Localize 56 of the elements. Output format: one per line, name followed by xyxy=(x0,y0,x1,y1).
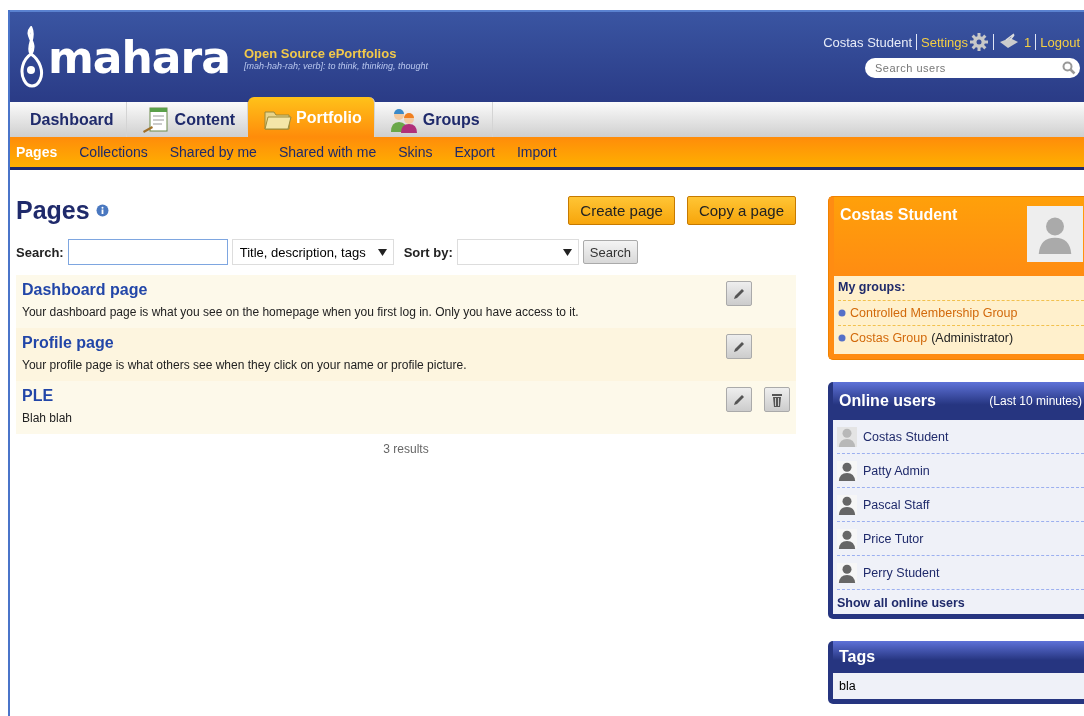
user-link[interactable]: Price Tutor xyxy=(863,531,924,546)
tags-title: Tags xyxy=(839,648,876,666)
online-users-title: Online users xyxy=(839,392,936,410)
action-button[interactable]: Copy a page xyxy=(686,196,796,225)
user-link[interactable]: Patty Admin xyxy=(863,463,930,478)
caret-icon xyxy=(562,248,572,256)
delete-button[interactable] xyxy=(764,387,790,412)
bullet-icon xyxy=(838,334,846,342)
search-button[interactable]: Search xyxy=(582,240,639,264)
page-title-link[interactable]: PLE xyxy=(22,387,73,405)
search-field[interactable] xyxy=(67,239,228,265)
subnav-link[interactable]: Export xyxy=(454,144,495,160)
info-icon[interactable] xyxy=(95,204,109,217)
group-role: (Administrator) xyxy=(931,331,1014,345)
subnav-link[interactable]: Skins xyxy=(398,144,433,160)
online-users-note: (Last 10 minutes) xyxy=(989,394,1082,408)
logo-text: mahara xyxy=(48,31,230,83)
logo-icon xyxy=(18,26,44,88)
logout-link[interactable]: Logout xyxy=(1040,34,1080,50)
user-link[interactable]: Pascal Staff xyxy=(863,497,930,512)
page-title-link[interactable]: Profile page xyxy=(22,334,467,352)
groups-label: My groups: xyxy=(838,280,1084,301)
settings-link[interactable]: Settings xyxy=(921,34,968,50)
subnav-link[interactable]: Import xyxy=(516,144,557,160)
inbox-count[interactable]: 1 xyxy=(1024,34,1032,50)
tagline-subtitle: [mah-hah-rah; verb]: to think, thinking, thought xyxy=(243,60,429,71)
caret-icon xyxy=(377,248,387,256)
subnav-link[interactable]: Collections xyxy=(79,144,148,160)
edit-button[interactable] xyxy=(726,281,752,306)
page-title: Pages xyxy=(16,196,90,225)
tagline: Open Source ePortfolios xyxy=(243,45,398,61)
tag-link[interactable]: bla xyxy=(839,679,856,693)
page-description: Your profile page is what others see when they click on your name or profile picture. xyxy=(22,358,467,372)
subnav-link[interactable]: Shared with me xyxy=(278,144,377,160)
trash-icon xyxy=(769,391,785,408)
page-title-link[interactable]: Dashboard page xyxy=(22,281,579,299)
user-name-link[interactable]: Costas Student xyxy=(823,34,912,50)
results-count: 3 results xyxy=(382,442,430,456)
show-all-link[interactable]: Show all online users xyxy=(837,596,965,610)
subnav-link[interactable]: Shared by me xyxy=(169,144,257,160)
notepad-icon xyxy=(140,105,171,134)
search-label: Search: xyxy=(16,244,64,260)
page-description: Blah blah xyxy=(22,411,73,425)
user-search-field[interactable]: Search users xyxy=(865,58,1080,78)
edit-button[interactable] xyxy=(726,334,752,359)
bullet-icon xyxy=(838,309,846,317)
page-description: Your dashboard page is what you see on the homepage when you first log in. Only you have access to it. xyxy=(22,305,579,319)
settings-icon[interactable] xyxy=(969,32,989,52)
edit-button[interactable] xyxy=(726,387,752,412)
sort-label: Sort by: xyxy=(403,244,453,260)
user-link[interactable]: Costas Student xyxy=(863,429,949,444)
search-icon[interactable] xyxy=(1062,61,1076,75)
search-scope-select[interactable]: Title, description, tags xyxy=(231,239,394,265)
action-button[interactable]: Create page xyxy=(568,196,675,225)
user-link[interactable]: Perry Student xyxy=(863,565,940,580)
inbox-icon[interactable] xyxy=(998,33,1020,51)
